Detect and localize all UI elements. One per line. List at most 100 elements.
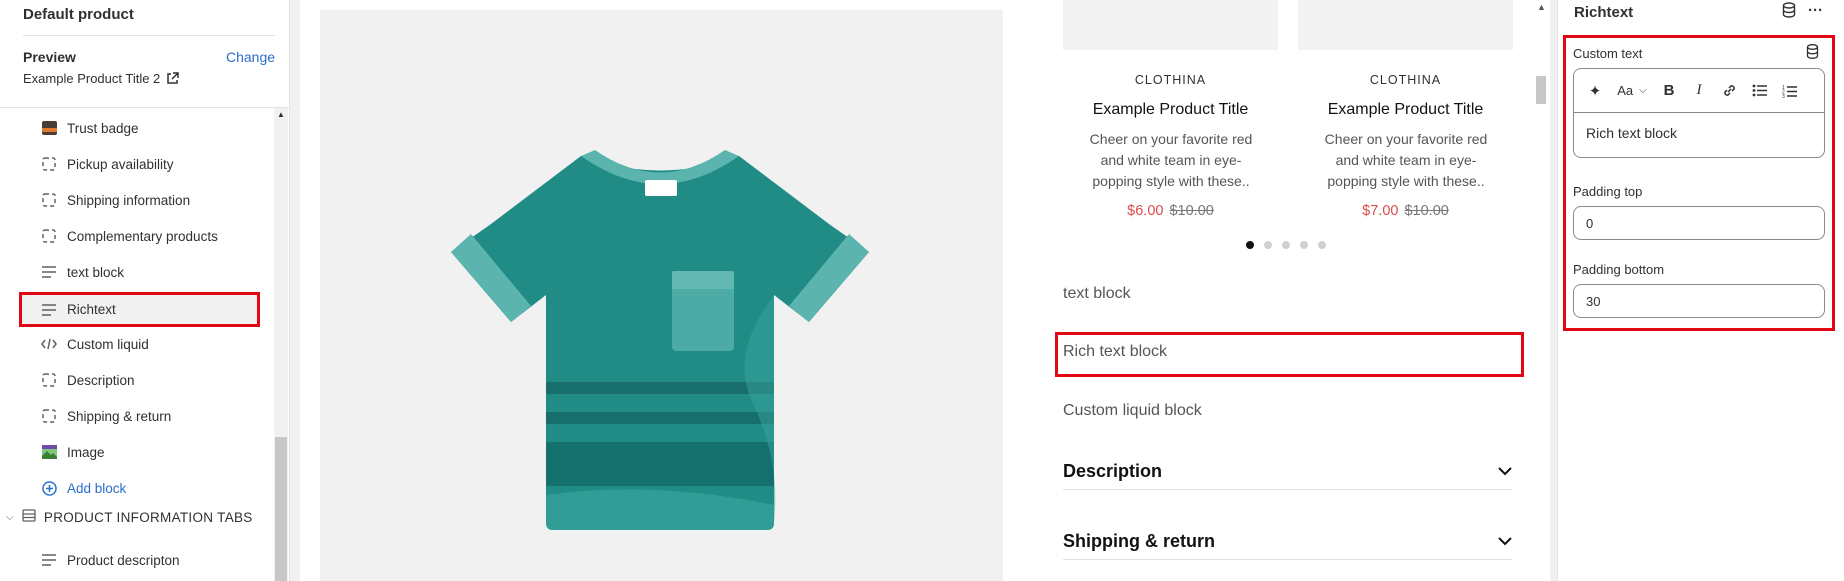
custom-liquid-block[interactable]: Custom liquid block	[1063, 402, 1202, 420]
product-card-price: $7.00 $10.00	[1298, 203, 1513, 219]
preview-product-name: Example Product Title 2	[23, 71, 161, 86]
dashed-square-icon	[41, 192, 57, 208]
link-icon[interactable]	[1714, 76, 1744, 106]
dashed-square-icon	[41, 156, 57, 172]
dashed-square-icon	[41, 228, 57, 244]
svg-text:3: 3	[1782, 94, 1785, 98]
section-product-information-tabs[interactable]: ⌵ PRODUCT INFORMATION TABS	[6, 509, 253, 525]
more-options-icon[interactable]: ···	[1808, 2, 1823, 19]
change-link[interactable]: Change	[226, 49, 275, 65]
image-thumbnail-icon	[41, 120, 57, 136]
sidebar-item-shipping-return[interactable]: Shipping & return	[19, 400, 260, 432]
panel-title: Richtext	[1574, 4, 1634, 21]
text-block[interactable]: text block	[1063, 285, 1131, 303]
editor-content[interactable]: Rich text block	[1574, 113, 1824, 153]
preview-product[interactable]: Example Product Title 2	[23, 71, 180, 86]
scrollbar-thumb[interactable]	[1536, 76, 1546, 104]
product-vendor: CLOTHINA	[1369, 73, 1442, 87]
chevron-down-icon	[1498, 467, 1512, 476]
section-label: PRODUCT INFORMATION TABS	[43, 509, 253, 525]
padding-top-label: Padding top	[1573, 184, 1643, 199]
padding-bottom-label: Padding bottom	[1573, 262, 1665, 277]
sidebar-item-label: Pickup availability	[67, 156, 174, 172]
sidebar-item-label: Shipping & return	[67, 408, 172, 424]
ai-sparkle-icon[interactable]: ✦	[1580, 76, 1610, 106]
accordion-shipping-return[interactable]: Shipping & return	[1063, 524, 1512, 560]
chevron-down-icon[interactable]: ⌵	[6, 512, 14, 523]
divider	[23, 35, 275, 36]
sidebar-item-complementary-products[interactable]: Complementary products	[19, 220, 260, 252]
add-block-button[interactable]: Add block	[19, 472, 260, 504]
scrollbar-thumb[interactable]	[275, 437, 287, 581]
product-card-title[interactable]: Example Product Title	[1063, 101, 1278, 119]
product-card-image[interactable]	[1298, 0, 1513, 50]
preview-label: Preview	[23, 49, 76, 65]
carousel-dot[interactable]	[1246, 241, 1254, 249]
sidebar-item-label: Complementary products	[67, 228, 218, 244]
sidebar-title: Default product	[23, 6, 134, 23]
rich-text-editor[interactable]: ✦ Aa ⌵ B I 123 Rich text block	[1573, 68, 1825, 158]
product-card-description: Cheer on your favorite red and white tea…	[1324, 131, 1488, 189]
sale-price: $7.00	[1362, 203, 1399, 219]
code-icon	[41, 336, 57, 352]
text-lines-icon	[41, 302, 57, 318]
sidebar-item-label: Description	[67, 372, 135, 388]
product-card-price: $6.00 $10.00	[1063, 203, 1278, 219]
accordion-title: Description	[1063, 461, 1163, 481]
scroll-up-arrow-icon[interactable]: ▲	[277, 110, 285, 119]
sidebar-item-description[interactable]: Description	[19, 364, 260, 396]
carousel-dot[interactable]	[1264, 241, 1272, 249]
carousel-dot[interactable]	[1300, 241, 1308, 249]
bold-icon[interactable]: B	[1654, 76, 1684, 106]
italic-icon[interactable]: I	[1684, 76, 1714, 106]
divider	[0, 107, 290, 108]
sidebar-item-product-description[interactable]: Product descripton	[19, 544, 260, 576]
external-link-icon[interactable]	[166, 72, 180, 85]
carousel-dots	[1246, 241, 1326, 249]
canvas-scrollbar[interactable]: ▲	[1532, 0, 1550, 581]
database-icon[interactable]	[1806, 44, 1819, 64]
database-icon[interactable]	[1782, 2, 1796, 22]
sidebar-item-trust-badge[interactable]: Trust badge	[19, 112, 260, 144]
left-sidebar: Default product Preview Change Example P…	[0, 0, 290, 581]
image-icon	[41, 444, 57, 460]
text-lines-icon	[41, 552, 57, 568]
dashed-square-icon	[41, 408, 57, 424]
original-price: $10.00	[1404, 203, 1449, 219]
sidebar-item-label: Trust badge	[67, 120, 139, 136]
carousel-dot[interactable]	[1282, 241, 1290, 249]
scroll-up-arrow-icon[interactable]: ▲	[1537, 2, 1546, 12]
accordion-description[interactable]: Description	[1063, 454, 1512, 490]
original-price: $10.00	[1169, 203, 1214, 219]
bullet-list-icon[interactable]	[1744, 76, 1774, 106]
custom-text-label: Custom text	[1573, 46, 1643, 61]
sidebar-item-custom-liquid[interactable]: Custom liquid	[19, 328, 260, 360]
sidebar-item-label: Product descripton	[67, 552, 180, 568]
sidebar-item-label: Richtext	[67, 302, 116, 317]
tshirt-image[interactable]	[451, 150, 869, 530]
sidebar-item-label: Image	[67, 444, 105, 460]
sidebar-item-image[interactable]: Image	[19, 436, 260, 468]
product-card-title[interactable]: Example Product Title	[1298, 101, 1513, 119]
padding-top-input[interactable]: 0	[1573, 206, 1825, 240]
sidebar-item-text-block[interactable]: text block	[19, 256, 260, 288]
sidebar-item-richtext[interactable]: Richtext	[19, 292, 260, 327]
plus-circle-icon	[41, 480, 57, 496]
text-format-dropdown[interactable]: Aa ⌵	[1610, 76, 1654, 106]
rich-text-highlight	[1055, 332, 1524, 377]
sidebar-item-label: Custom liquid	[67, 336, 149, 352]
product-card-image[interactable]	[1063, 0, 1278, 50]
sale-price: $6.00	[1127, 203, 1164, 219]
product-vendor: CLOTHINA	[1134, 73, 1207, 87]
sidebar-item-pickup-availability[interactable]: Pickup availability	[19, 148, 260, 180]
add-block-label: Add block	[67, 480, 127, 496]
accordion-title: Shipping & return	[1063, 531, 1215, 551]
chevron-down-icon	[1498, 537, 1512, 546]
padding-bottom-input[interactable]: 30	[1573, 284, 1825, 318]
numbered-list-icon[interactable]: 123	[1774, 76, 1804, 106]
product-card-description: Cheer on your favorite red and white tea…	[1089, 131, 1253, 189]
text-lines-icon	[41, 264, 57, 280]
sidebar-item-shipping-information[interactable]: Shipping information	[19, 184, 260, 216]
carousel-dot[interactable]	[1318, 241, 1326, 249]
sidebar-item-label: text block	[67, 264, 125, 280]
